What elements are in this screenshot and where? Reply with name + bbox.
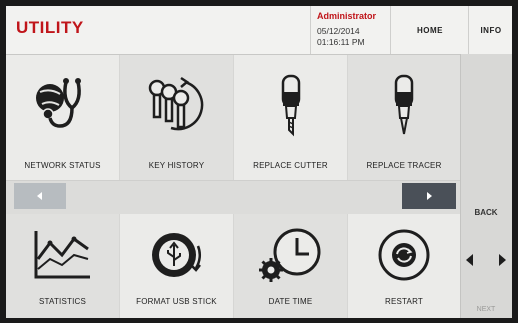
statistics-icon <box>6 222 119 288</box>
format-usb-label: FORMAT USB STICK <box>136 297 217 306</box>
replace-tracer-tile[interactable]: REPLACE TRACER <box>348 55 461 181</box>
key-history-icon <box>120 65 233 145</box>
info-button[interactable]: INFO <box>468 6 512 54</box>
arrow-left-icon[interactable] <box>464 253 476 267</box>
statistics-tile[interactable]: STATISTICS <box>6 214 120 318</box>
usb-icon <box>120 222 233 288</box>
current-time: 01:16:11 PM <box>317 37 365 47</box>
replace-tracer-label: REPLACE TRACER <box>366 161 442 170</box>
chevron-left-icon <box>37 192 42 200</box>
user-info: Administrator 05/12/2014 01:16:11 PM <box>310 6 391 54</box>
replace-cutter-label: REPLACE CUTTER <box>253 161 328 170</box>
page-title: UTILITY <box>16 18 84 37</box>
next-button[interactable]: NEXT <box>460 306 512 313</box>
pager-strip <box>6 180 460 216</box>
utility-screen: UTILITY Administrator 05/12/2014 01:16:1… <box>6 6 512 318</box>
network-status-tile[interactable]: NETWORK STATUS <box>6 55 120 181</box>
key-history-tile[interactable]: KEY HISTORY <box>120 55 234 181</box>
next-page-button[interactable] <box>402 183 456 209</box>
statistics-label: STATISTICS <box>38 297 87 306</box>
current-date: 05/12/2014 <box>317 26 360 36</box>
replace-cutter-tile[interactable]: REPLACE CUTTER <box>234 55 348 181</box>
date-time-label: DATE TIME <box>268 297 313 306</box>
header: UTILITY Administrator 05/12/2014 01:16:1… <box>6 6 512 55</box>
side-navigation <box>464 234 508 286</box>
gear-icon <box>258 258 283 282</box>
restart-label: RESTART <box>385 297 423 306</box>
restart-tile[interactable]: RESTART <box>348 214 461 318</box>
user-name: Administrator <box>317 11 377 21</box>
home-button[interactable]: HOME <box>390 6 469 54</box>
restart-icon <box>348 222 460 288</box>
arrow-right-icon[interactable] <box>496 253 508 267</box>
tracer-icon <box>348 65 460 145</box>
chevron-right-icon <box>427 192 432 200</box>
network-status-label: NETWORK STATUS <box>24 161 101 170</box>
format-usb-tile[interactable]: FORMAT USB STICK <box>120 214 234 318</box>
back-button[interactable]: BACK <box>460 208 512 217</box>
date-time-tile[interactable]: DATE TIME <box>234 214 348 318</box>
network-status-icon <box>6 65 119 145</box>
key-history-label: KEY HISTORY <box>148 161 205 170</box>
previous-page-button[interactable] <box>14 183 66 209</box>
clock-icon <box>234 222 347 288</box>
cutter-icon <box>234 65 347 145</box>
